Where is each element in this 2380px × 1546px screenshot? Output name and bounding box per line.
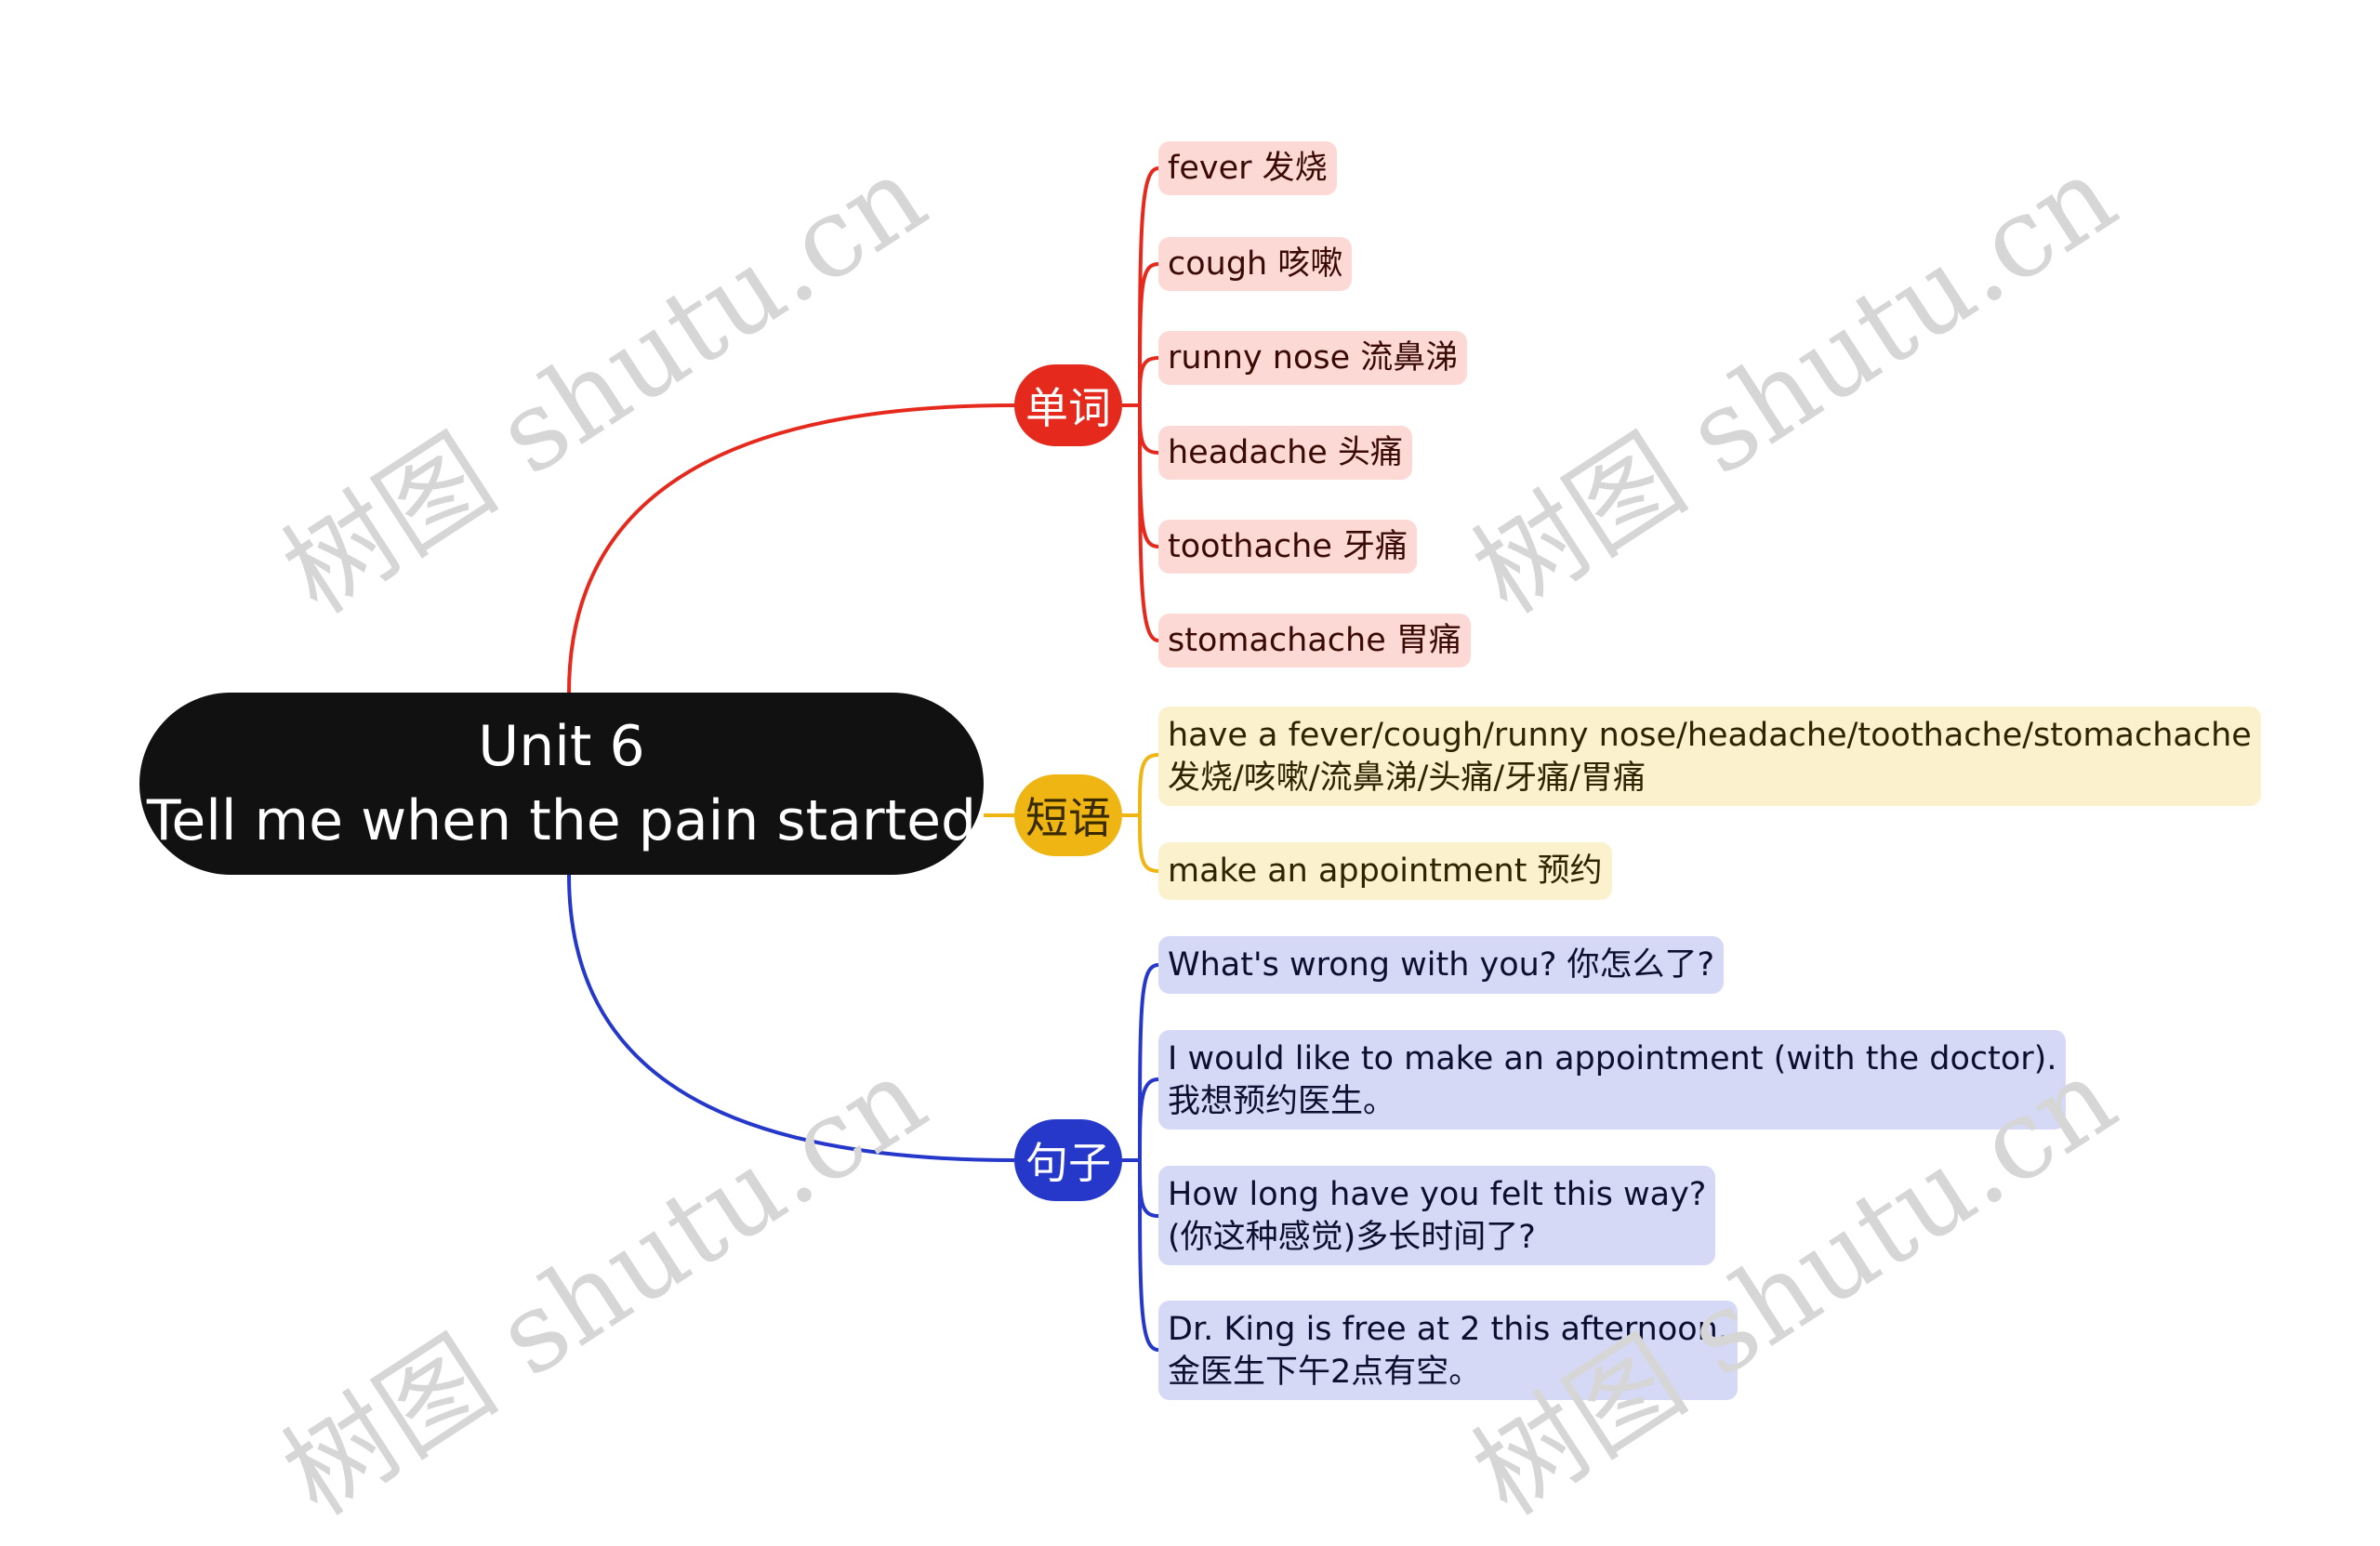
vocab-item[interactable]: cough 咳嗽	[1158, 237, 1353, 291]
sentence-item-text: What's wrong with you? 你怎么了?	[1168, 946, 1715, 984]
vocab-item[interactable]: stomachache 胃痛	[1158, 614, 1471, 667]
branch-sentences[interactable]: 句子	[1014, 1119, 1122, 1201]
sentence-item-text-zh: (你这种感觉)多长时间了?	[1168, 1218, 1536, 1256]
phrase-item-text-en: have a fever/cough/runny nose/headache/t…	[1168, 716, 2252, 754]
root-title-line2: Tell me when the pain started	[146, 788, 977, 853]
connector-root-vocab	[567, 403, 1015, 694]
vocab-item-text: fever 发烧	[1168, 150, 1328, 187]
vocab-item-text: stomachache 胃痛	[1168, 622, 1461, 659]
sentence-item-text-en: How long have you felt this way?	[1168, 1175, 1707, 1213]
connector-phrases-children	[1122, 753, 1159, 873]
vocab-item-text: cough 咳嗽	[1168, 245, 1343, 283]
root-topic[interactable]: Unit 6 Tell me when the pain started	[139, 693, 984, 875]
sentence-item[interactable]: What's wrong with you? 你怎么了?	[1158, 936, 1725, 994]
vocab-item[interactable]: toothache 牙痛	[1158, 520, 1417, 574]
sentence-item[interactable]: How long have you felt this way? (你这种感觉)…	[1158, 1166, 1716, 1265]
branch-phrases[interactable]: 短语	[1014, 774, 1122, 856]
sentence-item-text-zh: 金医生下午2点有空。	[1168, 1353, 1482, 1391]
phrase-item-text: make an appointment 预约	[1168, 852, 1603, 890]
connector-sentences-children	[1122, 963, 1159, 1352]
vocab-item-text: runny nose 流鼻涕	[1168, 339, 1459, 377]
phrase-item[interactable]: make an appointment 预约	[1158, 842, 1612, 900]
phrase-item-text-zh: 发烧/咳嗽/流鼻涕/头痛/牙痛/胃痛	[1168, 759, 1646, 797]
sentence-item-text-zh: 我想预约医生。	[1168, 1082, 1396, 1120]
sentence-item[interactable]: I would like to make an appointment (wit…	[1158, 1030, 2067, 1130]
connector-vocab-children	[1122, 166, 1159, 642]
vocab-item[interactable]: headache 头痛	[1158, 426, 1412, 480]
connector-root-sentences	[567, 874, 1015, 1162]
sentence-item-text-en: I would like to make an appointment (wit…	[1168, 1039, 2057, 1077]
branch-vocab[interactable]: 单词	[1014, 364, 1122, 446]
sentence-item-text-en: Dr. King is free at 2 this afternoon.	[1168, 1310, 1728, 1348]
vocab-item[interactable]: fever 发烧	[1158, 141, 1337, 195]
phrase-item[interactable]: have a fever/cough/runny nose/headache/t…	[1158, 707, 2261, 806]
vocab-item-text: headache 头痛	[1168, 434, 1403, 471]
root-title-line1: Unit 6	[478, 714, 645, 779]
vocab-item-text: toothache 牙痛	[1168, 528, 1408, 565]
sentence-item[interactable]: Dr. King is free at 2 this afternoon. 金医…	[1158, 1301, 1738, 1400]
vocab-item[interactable]: runny nose 流鼻涕	[1158, 331, 1468, 385]
